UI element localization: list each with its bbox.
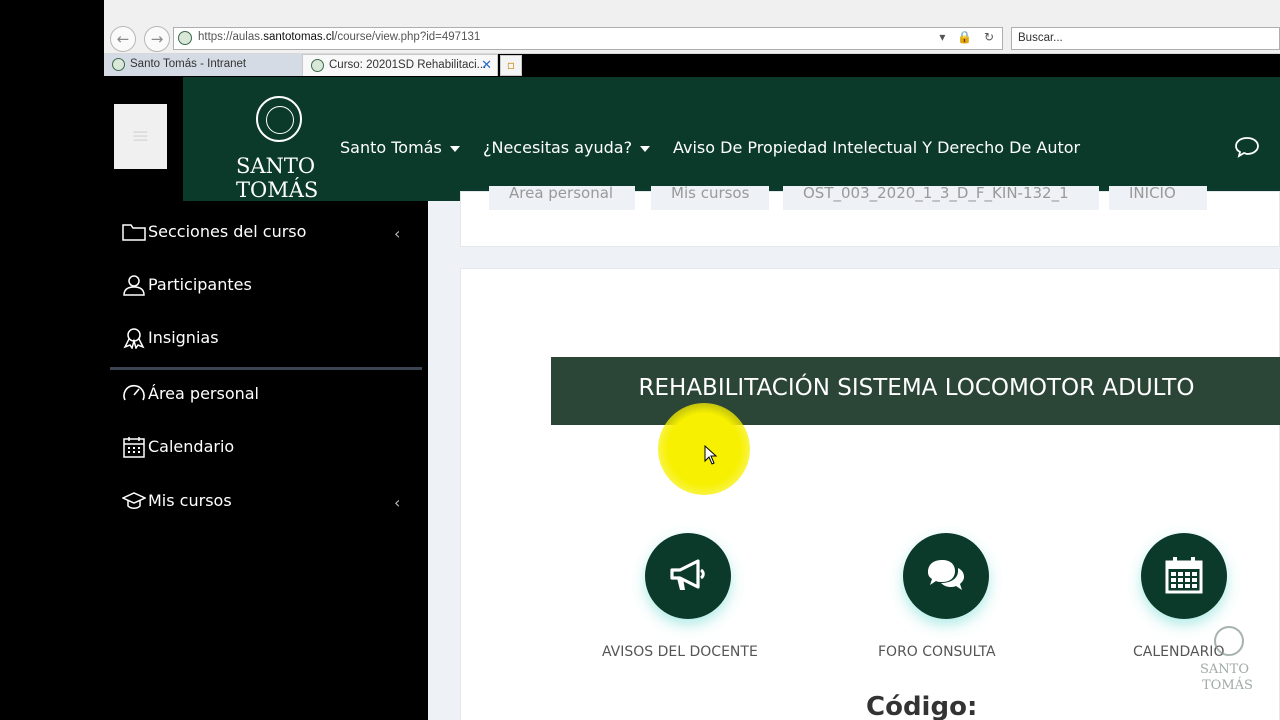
forward-icon[interactable]: → bbox=[144, 26, 170, 52]
avisos-docente-label[interactable]: AVISOS DEL DOCENTE bbox=[602, 644, 758, 660]
calendar-icon bbox=[123, 437, 145, 458]
left-margin bbox=[0, 0, 104, 720]
chevron-down-icon bbox=[640, 145, 651, 152]
back-icon[interactable]: ← bbox=[110, 26, 136, 52]
chat-icon[interactable] bbox=[1234, 136, 1260, 158]
browser-toolbar: ← → https://aulas.santotomas.cl/course/v… bbox=[104, 0, 1280, 54]
avisos-docente-button[interactable] bbox=[645, 533, 731, 619]
address-bar[interactable]: https://aulas.santotomas.cl/course/view.… bbox=[173, 27, 1003, 50]
nav-ayuda[interactable]: ¿Necesitas ayuda? bbox=[483, 138, 651, 157]
new-tab-button[interactable]: ▫ bbox=[500, 55, 522, 76]
megaphone-icon bbox=[670, 559, 705, 590]
sidebar: Secciones del curso ‹ Participantes Insi… bbox=[104, 201, 428, 720]
main-content: Área personal Mis cursos OST_003_2020_1_… bbox=[428, 186, 1280, 720]
santo-tomas-logo[interactable]: SANTO TOMÁS bbox=[234, 94, 328, 202]
course-title-banner: REHABILITACIÓN SISTEMA LOCOMOTOR ADULTO bbox=[551, 357, 1280, 425]
breadcrumb: Área personal Mis cursos OST_003_2020_1_… bbox=[460, 186, 1280, 247]
address-bar-icons[interactable]: ▾ 🔒 ↻ bbox=[939, 30, 998, 44]
tab-intranet[interactable]: Santo Tomás - Intranet bbox=[104, 54, 302, 76]
dashboard-icon bbox=[123, 384, 145, 401]
chevron-left-icon[interactable]: ‹ bbox=[394, 224, 400, 243]
calendar-icon bbox=[1165, 557, 1203, 594]
tab-close-icon[interactable]: ✕ bbox=[481, 57, 492, 73]
breadcrumb-item[interactable]: INICIO bbox=[1109, 186, 1207, 210]
participants-icon bbox=[123, 275, 145, 296]
search-input[interactable]: Buscar... bbox=[1011, 27, 1280, 50]
chat-bubbles-icon bbox=[928, 560, 964, 590]
tab-course[interactable]: Curso: 20201SD Rehabilitaci... ✕ bbox=[302, 54, 498, 76]
folder-icon bbox=[122, 224, 146, 241]
site-globe-icon bbox=[178, 31, 192, 45]
breadcrumb-item[interactable]: OST_003_2020_1_3_D_F_KIN-132_1 bbox=[783, 186, 1099, 210]
url-text: https://aulas.santotomas.cl/course/view.… bbox=[198, 31, 481, 43]
foro-consulta-button[interactable] bbox=[903, 533, 989, 619]
nav-santo-tomas[interactable]: Santo Tomás bbox=[340, 138, 460, 157]
watermark-seal-icon bbox=[1214, 626, 1244, 656]
logo-seal-icon bbox=[256, 96, 302, 142]
section-heading: Código: bbox=[866, 692, 978, 720]
foro-consulta-label[interactable]: FORO CONSULTA bbox=[878, 644, 996, 660]
tab-globe-icon bbox=[311, 59, 324, 72]
breadcrumb-item[interactable]: Área personal bbox=[489, 186, 635, 210]
calendario-button[interactable] bbox=[1141, 533, 1227, 619]
nav-aviso-propiedad[interactable]: Aviso De Propiedad Intelectual Y Derecho… bbox=[673, 138, 1080, 157]
chevron-down-icon bbox=[449, 145, 460, 152]
tab-globe-icon bbox=[112, 58, 125, 71]
chevron-left-icon[interactable]: ‹ bbox=[394, 493, 400, 512]
breadcrumb-item[interactable]: Mis cursos bbox=[651, 186, 769, 210]
badge-icon bbox=[123, 328, 145, 349]
mouse-cursor-icon bbox=[704, 445, 718, 465]
sidebar-divider bbox=[110, 367, 422, 370]
menu-toggle-button[interactable]: ≡ bbox=[114, 104, 167, 169]
graduation-cap-icon bbox=[122, 492, 146, 509]
santo-tomas-watermark: SANTO TOMÁS bbox=[1196, 624, 1266, 700]
